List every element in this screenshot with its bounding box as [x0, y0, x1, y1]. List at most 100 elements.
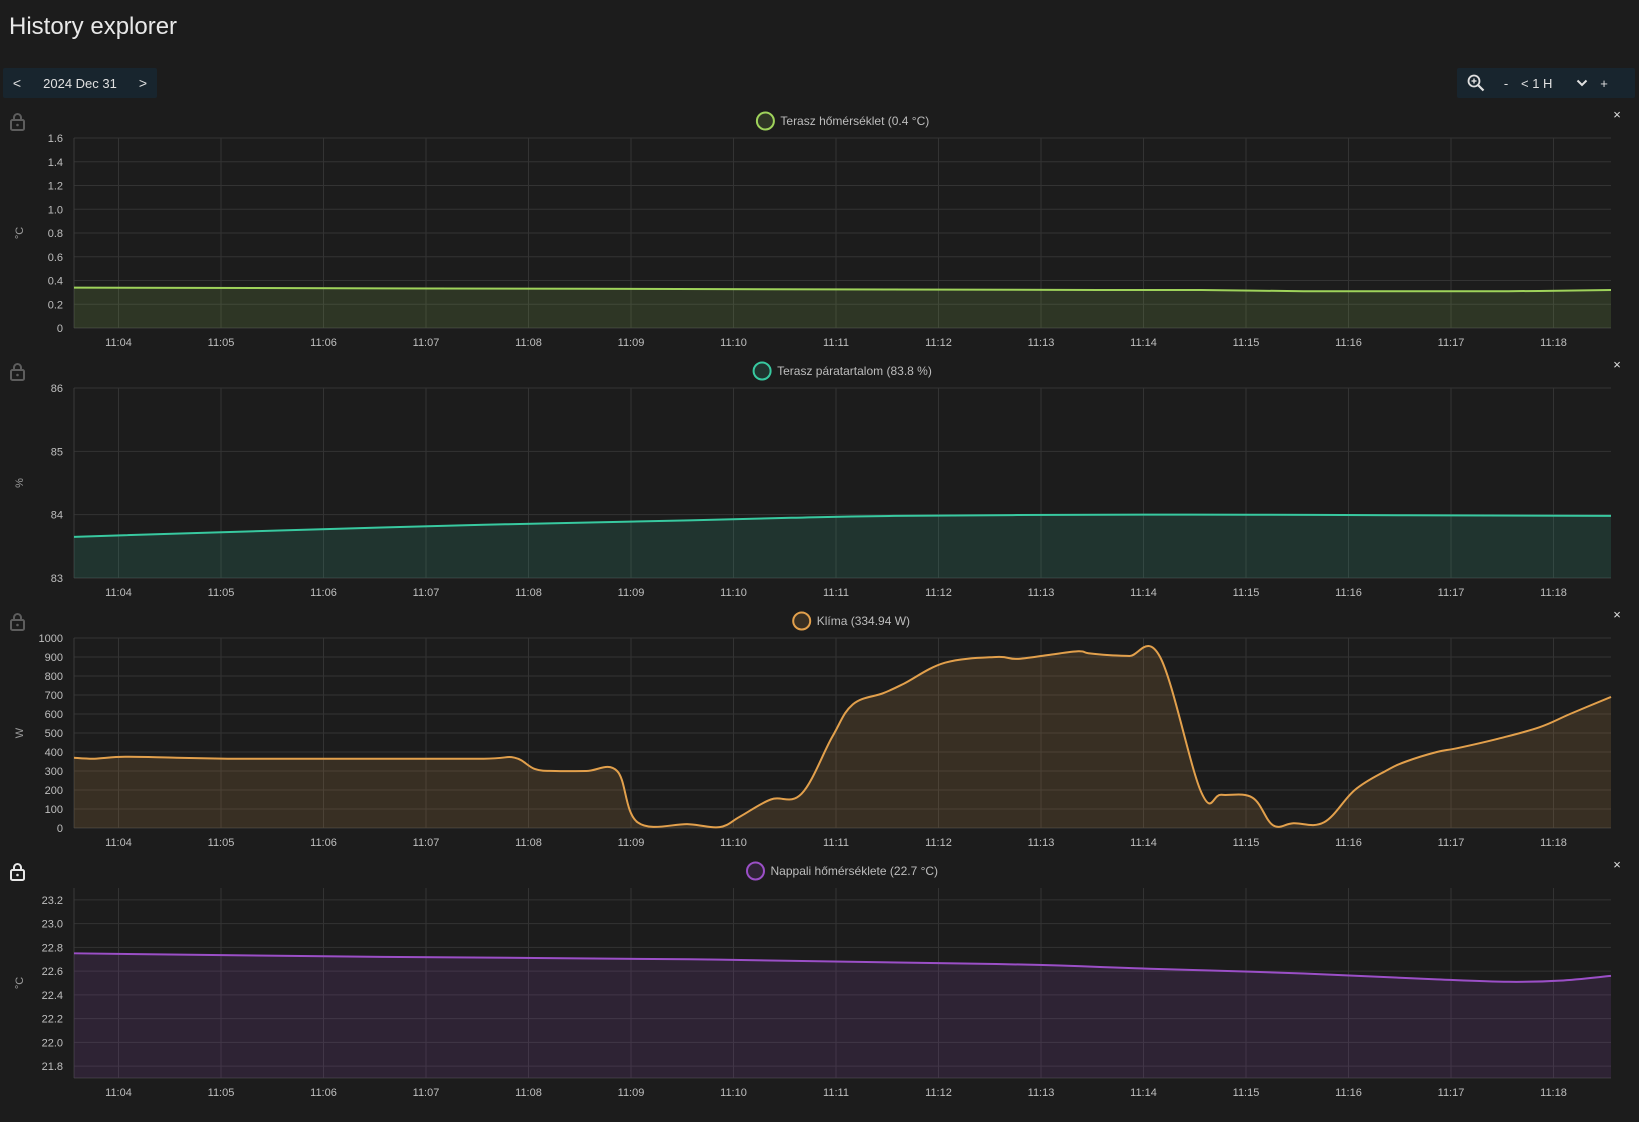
series-area	[74, 514, 1611, 578]
x-tick-label: 11:08	[515, 587, 542, 599]
x-tick-label: 11:05	[208, 337, 235, 349]
x-tick-label: 11:16	[1335, 337, 1362, 349]
y-tick-label: 500	[45, 728, 63, 740]
x-tick-label: 11:07	[413, 337, 440, 349]
close-icon[interactable]: ×	[1613, 110, 1621, 122]
lock-icon[interactable]	[10, 863, 25, 881]
y-tick-label: 85	[51, 446, 63, 458]
x-tick-label: 11:10	[720, 337, 747, 349]
x-tick-label: 11:10	[720, 837, 747, 849]
lock-icon[interactable]	[10, 113, 25, 131]
y-tick-label: 0.6	[48, 252, 63, 264]
prev-day-button[interactable]: <	[3, 75, 31, 91]
y-axis-label: °C	[14, 977, 26, 989]
x-tick-label: 11:18	[1540, 1087, 1567, 1099]
date-picker[interactable]: 2024 Dec 31	[31, 76, 129, 91]
legend-marker[interactable]	[755, 111, 775, 131]
x-tick-label: 11:13	[1028, 337, 1055, 349]
x-tick-label: 11:17	[1438, 587, 1465, 599]
x-tick-label: 11:10	[720, 1087, 747, 1099]
x-tick-label: 11:18	[1540, 837, 1567, 849]
x-tick-label: 11:15	[1233, 337, 1260, 349]
y-tick-label: 84	[51, 510, 63, 522]
y-tick-label: 600	[45, 709, 63, 721]
chart-nappali-homerseklete: × Nappali hőmérséklete (22.7 °C) °C 21.8 22.…	[10, 860, 1621, 1099]
y-tick-label: 400	[45, 747, 63, 759]
legend-label[interactable]: Terasz hőmérséklet (0.4 °C)	[780, 114, 929, 128]
x-tick-label: 11:05	[208, 837, 235, 849]
chart-terasz-paratartalom: × Terasz páratartalom (83.8 %)% 83 84 85 86 11…	[10, 360, 1621, 599]
close-icon[interactable]: ×	[1613, 360, 1621, 372]
x-tick-label: 11:14	[1130, 337, 1157, 349]
x-tick-label: 11:05	[208, 1087, 235, 1099]
chevron-down-icon[interactable]	[1571, 79, 1593, 87]
lock-icon[interactable]	[10, 613, 25, 631]
chart-terasz-homerseklet: × Terasz hőmérséklet (0.4 °C) °C 0 0.2 0.4 0.6…	[10, 110, 1621, 349]
y-tick-label: 300	[45, 766, 63, 778]
x-tick-label: 11:13	[1028, 1087, 1055, 1099]
y-tick-label: 22.4	[42, 990, 63, 1002]
x-tick-label: 11:11	[823, 337, 849, 349]
x-tick-label: 11:06	[310, 837, 337, 849]
y-tick-label: 1.4	[48, 157, 63, 169]
y-axis-label: °C	[14, 227, 26, 239]
range-increase-button[interactable]: +	[1593, 76, 1615, 91]
x-tick-label: 11:06	[310, 337, 337, 349]
close-icon[interactable]: ×	[1613, 860, 1621, 872]
x-tick-label: 11:18	[1540, 587, 1567, 599]
y-tick-label: 900	[45, 652, 63, 664]
x-tick-label: 11:11	[823, 1087, 849, 1099]
x-tick-label: 11:08	[515, 1087, 542, 1099]
y-tick-label: 22.6	[42, 966, 63, 978]
x-tick-label: 11:12	[925, 337, 952, 349]
x-tick-label: 11:11	[823, 837, 849, 849]
x-tick-label: 11:04	[105, 837, 132, 849]
x-tick-label: 11:04	[105, 337, 132, 349]
legend-marker[interactable]	[792, 611, 812, 631]
y-axis-label: %	[14, 478, 26, 488]
series-area	[74, 953, 1611, 1078]
page-title: History explorer	[9, 13, 178, 40]
y-tick-label: 21.8	[42, 1061, 63, 1073]
legend-label[interactable]: Klíma (334.94 W)	[817, 614, 910, 628]
y-tick-label: 86	[51, 383, 63, 395]
x-tick-label: 11:07	[413, 837, 440, 849]
zoom-in-icon[interactable]	[1457, 74, 1495, 92]
legend-label[interactable]: Nappali hőmérséklete (22.7 °C)	[771, 864, 939, 878]
legend-marker[interactable]	[752, 361, 772, 381]
y-tick-label: 800	[45, 671, 63, 683]
y-tick-label: 0.2	[48, 299, 63, 311]
x-tick-label: 11:09	[618, 837, 645, 849]
x-tick-label: 11:15	[1233, 587, 1260, 599]
x-tick-label: 11:08	[515, 837, 542, 849]
x-tick-label: 11:17	[1438, 337, 1465, 349]
x-tick-label: 11:07	[413, 587, 440, 599]
y-tick-label: 200	[45, 785, 63, 797]
x-tick-label: 11:18	[1540, 337, 1567, 349]
x-tick-label: 11:08	[515, 337, 542, 349]
range-select[interactable]: < 1 H	[1517, 76, 1571, 91]
x-tick-label: 11:12	[925, 1087, 952, 1099]
range-decrease-button[interactable]: -	[1495, 76, 1517, 91]
close-icon[interactable]: ×	[1613, 610, 1621, 622]
x-tick-label: 11:09	[618, 1087, 645, 1099]
y-tick-label: 22.0	[42, 1037, 63, 1049]
legend-marker[interactable]	[746, 861, 765, 881]
x-tick-label: 11:15	[1233, 837, 1260, 849]
x-tick-label: 11:15	[1233, 1087, 1260, 1099]
next-day-button[interactable]: >	[129, 75, 157, 91]
lock-icon[interactable]	[10, 363, 25, 381]
series-area	[74, 287, 1611, 328]
y-axis-label: W	[14, 727, 26, 738]
y-tick-label: 100	[45, 804, 63, 816]
series-area	[74, 645, 1611, 828]
y-tick-label: 0	[57, 323, 63, 335]
x-tick-label: 11:04	[105, 587, 132, 599]
y-tick-label: 23.0	[42, 919, 63, 931]
y-tick-label: 1.2	[48, 181, 63, 193]
x-tick-label: 11:10	[720, 587, 747, 599]
y-tick-label: 22.8	[42, 942, 63, 954]
x-tick-label: 11:06	[310, 587, 337, 599]
legend-label[interactable]: Terasz páratartalom (83.8 %)	[777, 364, 932, 378]
y-tick-label: 700	[45, 690, 63, 702]
